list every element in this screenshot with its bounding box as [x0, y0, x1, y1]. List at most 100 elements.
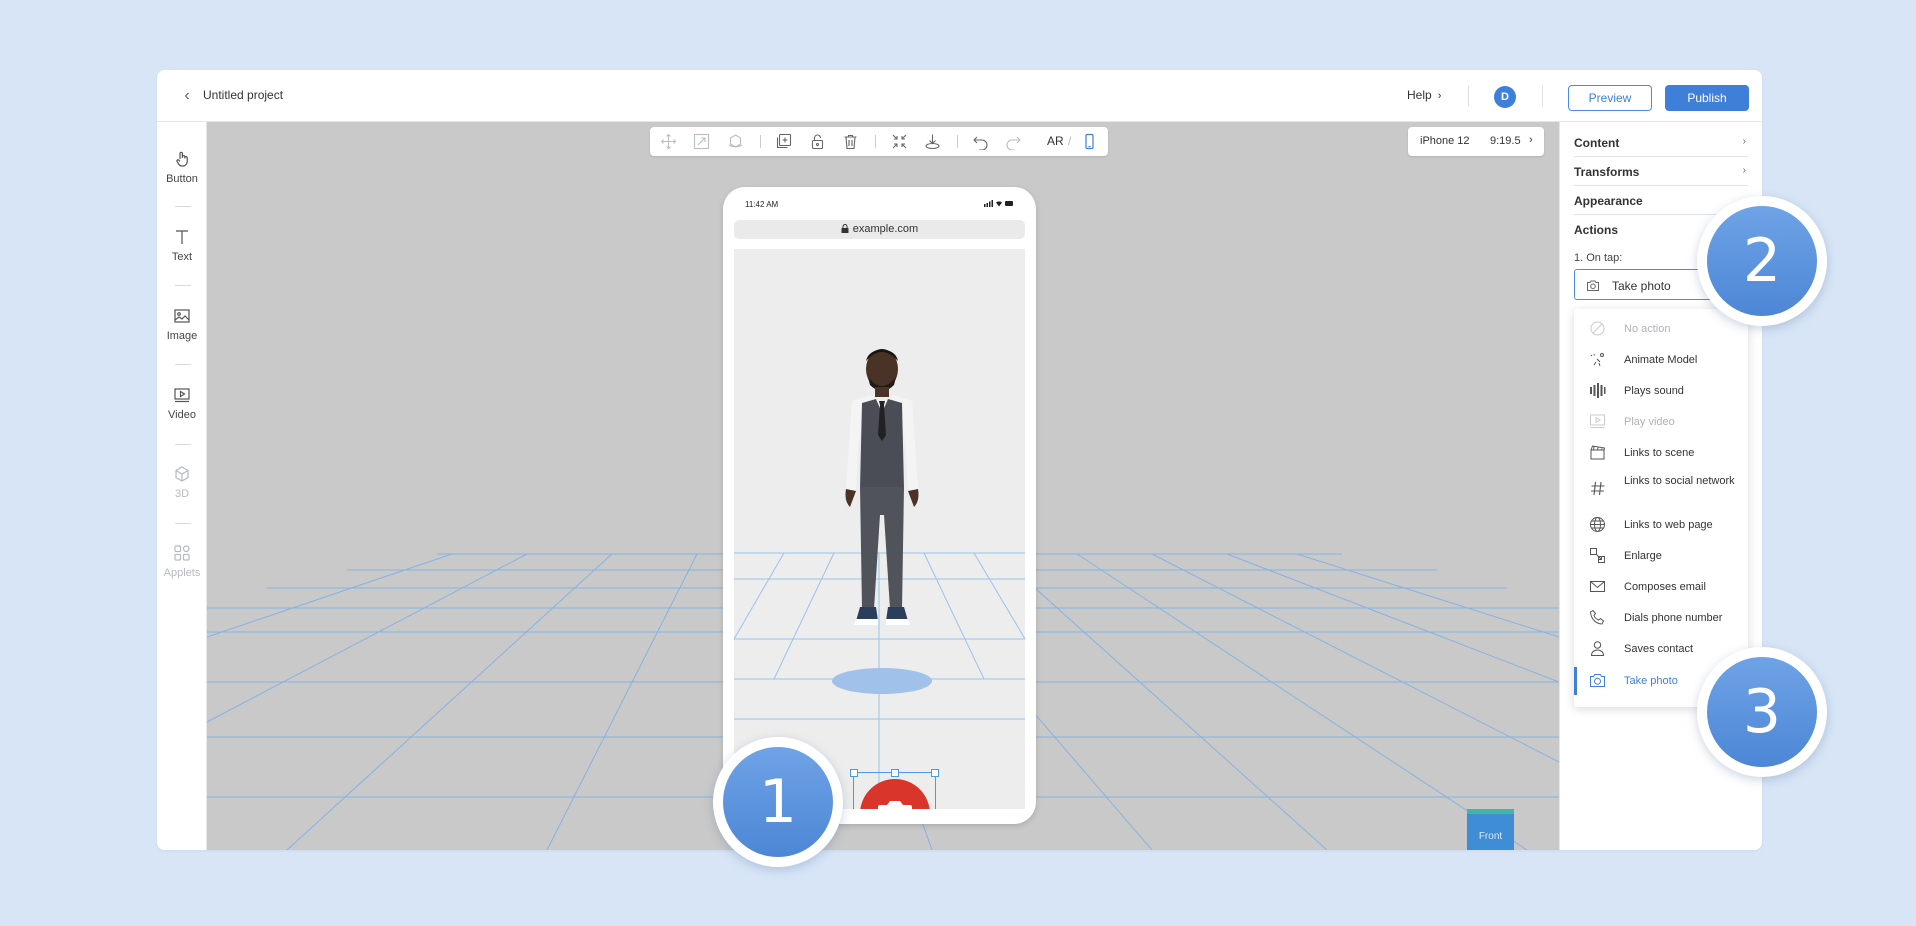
- option-plays-sound[interactable]: Plays sound: [1574, 379, 1748, 403]
- sidebar-item-applets[interactable]: Applets: [157, 544, 207, 579]
- chevron-right-icon: ›: [1437, 90, 1442, 102]
- section-title: Appearance: [1574, 194, 1643, 208]
- phone-preview: 11:42 AM example.com: [723, 187, 1036, 824]
- anchor-icon[interactable]: [924, 133, 941, 150]
- section-title: Content: [1574, 136, 1620, 150]
- callout-2: 2: [1697, 196, 1827, 326]
- hand-pointer-icon: [176, 151, 188, 167]
- option-play-video[interactable]: Play video: [1574, 410, 1748, 434]
- help-menu[interactable]: Help ›: [1407, 88, 1441, 102]
- option-label: Dials phone number: [1624, 612, 1723, 624]
- option-composes-email[interactable]: Composes email: [1574, 575, 1748, 599]
- publish-button[interactable]: Publish: [1665, 85, 1749, 111]
- section-transforms[interactable]: Transforms ›: [1574, 157, 1748, 186]
- callout-1: 1: [713, 737, 843, 867]
- mode-separator: /: [1068, 134, 1072, 148]
- top-bar: ‹ Untitled project Help › D Preview Publi…: [157, 70, 1762, 122]
- device-name: iPhone 12: [1420, 135, 1470, 147]
- callout-number: 2: [1707, 206, 1817, 316]
- option-no-action[interactable]: No action: [1574, 317, 1748, 341]
- editor-window: ‹ Untitled project Help › D Preview Publi…: [157, 70, 1762, 850]
- divider: [175, 364, 191, 365]
- option-label: Enlarge: [1624, 550, 1662, 562]
- callout-3: 3: [1697, 647, 1827, 777]
- section-title: Actions: [1574, 223, 1619, 237]
- sidebar-item-label: Applets: [163, 567, 201, 579]
- collapse-icon[interactable]: [891, 133, 908, 150]
- section-title: Transforms: [1574, 165, 1640, 179]
- option-links-to-scene[interactable]: Links to scene: [1574, 441, 1748, 465]
- selected-indicator: [1574, 667, 1577, 695]
- unlock-icon[interactable]: [809, 133, 826, 150]
- url-text: example.com: [852, 223, 919, 235]
- sidebar-item-button[interactable]: Button: [157, 150, 207, 185]
- callout-number: 1: [723, 747, 833, 857]
- phone-screen: [734, 249, 1025, 809]
- scene-viewport[interactable]: AR / iPhone 12 9:19.5 › 11:42 AM example…: [207, 122, 1559, 850]
- option-label: Links to scene: [1624, 447, 1695, 459]
- option-label: No action: [1624, 323, 1671, 335]
- option-animate-model[interactable]: Animate Model: [1574, 348, 1748, 372]
- sidebar-item-text[interactable]: Text: [157, 228, 207, 263]
- view-cube-label: Front: [1478, 831, 1503, 842]
- option-label: Links to web page: [1624, 519, 1713, 531]
- divider: [957, 135, 958, 148]
- sidebar-item-3d[interactable]: 3D: [157, 465, 207, 500]
- phone-icon[interactable]: [1081, 133, 1098, 150]
- callout-number: 3: [1707, 657, 1817, 767]
- hashtag-icon: [1591, 481, 1605, 496]
- text-icon: [176, 230, 188, 244]
- image-icon: [174, 309, 190, 323]
- 3d-character-model[interactable]: [822, 339, 942, 689]
- globe-icon: [1590, 517, 1605, 532]
- option-label: Composes email: [1624, 581, 1706, 593]
- resize-handle[interactable]: [931, 769, 939, 777]
- move-icon[interactable]: [660, 133, 677, 150]
- duplicate-icon[interactable]: [775, 133, 792, 150]
- video-icon: [1590, 414, 1605, 428]
- option-dials-phone-number[interactable]: Dials phone number: [1574, 606, 1748, 630]
- sidebar-item-label: Button: [166, 173, 198, 185]
- no-action-icon: [1590, 321, 1605, 336]
- ar-mode-toggle[interactable]: AR: [1047, 134, 1064, 148]
- option-saves-contact[interactable]: Saves contact: [1574, 637, 1748, 661]
- back-chevron-icon[interactable]: ‹: [177, 86, 197, 106]
- option-label: Plays sound: [1624, 385, 1684, 397]
- option-enlarge[interactable]: Enlarge: [1574, 544, 1748, 568]
- phone-icon: [1589, 609, 1605, 625]
- divider: [1542, 86, 1543, 106]
- avatar[interactable]: D: [1494, 86, 1516, 108]
- camera-icon: [1587, 280, 1599, 291]
- option-label: Saves contact: [1624, 643, 1694, 655]
- section-content[interactable]: Content ›: [1574, 128, 1748, 157]
- redo-icon[interactable]: [1005, 133, 1022, 150]
- option-links-to-web-page[interactable]: Links to web page: [1574, 513, 1748, 537]
- help-label: Help: [1407, 88, 1432, 102]
- undo-icon[interactable]: [972, 133, 989, 150]
- view-cube[interactable]: Front: [1467, 809, 1514, 850]
- option-label: Links to social network: [1624, 475, 1735, 487]
- resize-handle[interactable]: [850, 769, 858, 777]
- clapperboard-icon: [1590, 445, 1606, 460]
- enlarge-icon: [1590, 548, 1605, 563]
- sidebar-item-image[interactable]: Image: [157, 307, 207, 342]
- scale-icon[interactable]: [693, 133, 710, 150]
- divider: [175, 285, 191, 286]
- option-label: Play video: [1624, 416, 1675, 428]
- project-title[interactable]: Untitled project: [203, 88, 283, 102]
- preview-button[interactable]: Preview: [1568, 85, 1652, 111]
- action-dropdown: No action Animate Model Plays sound Play…: [1574, 309, 1748, 707]
- trash-icon[interactable]: [842, 133, 859, 150]
- selection-box: [850, 769, 939, 809]
- aspect-ratio: 9:19.5: [1490, 135, 1521, 147]
- resize-handle[interactable]: [891, 769, 899, 777]
- divider: [175, 523, 191, 524]
- video-icon: [174, 388, 190, 403]
- divider: [1468, 86, 1469, 106]
- sidebar-item-video[interactable]: Video: [157, 386, 207, 421]
- device-selector[interactable]: iPhone 12 9:19.5 ›: [1408, 127, 1544, 156]
- divider: [175, 206, 191, 207]
- url-bar: example.com: [734, 220, 1025, 239]
- rotate-icon[interactable]: [727, 133, 744, 150]
- option-links-to-social-network[interactable]: Links to social network: [1574, 472, 1748, 506]
